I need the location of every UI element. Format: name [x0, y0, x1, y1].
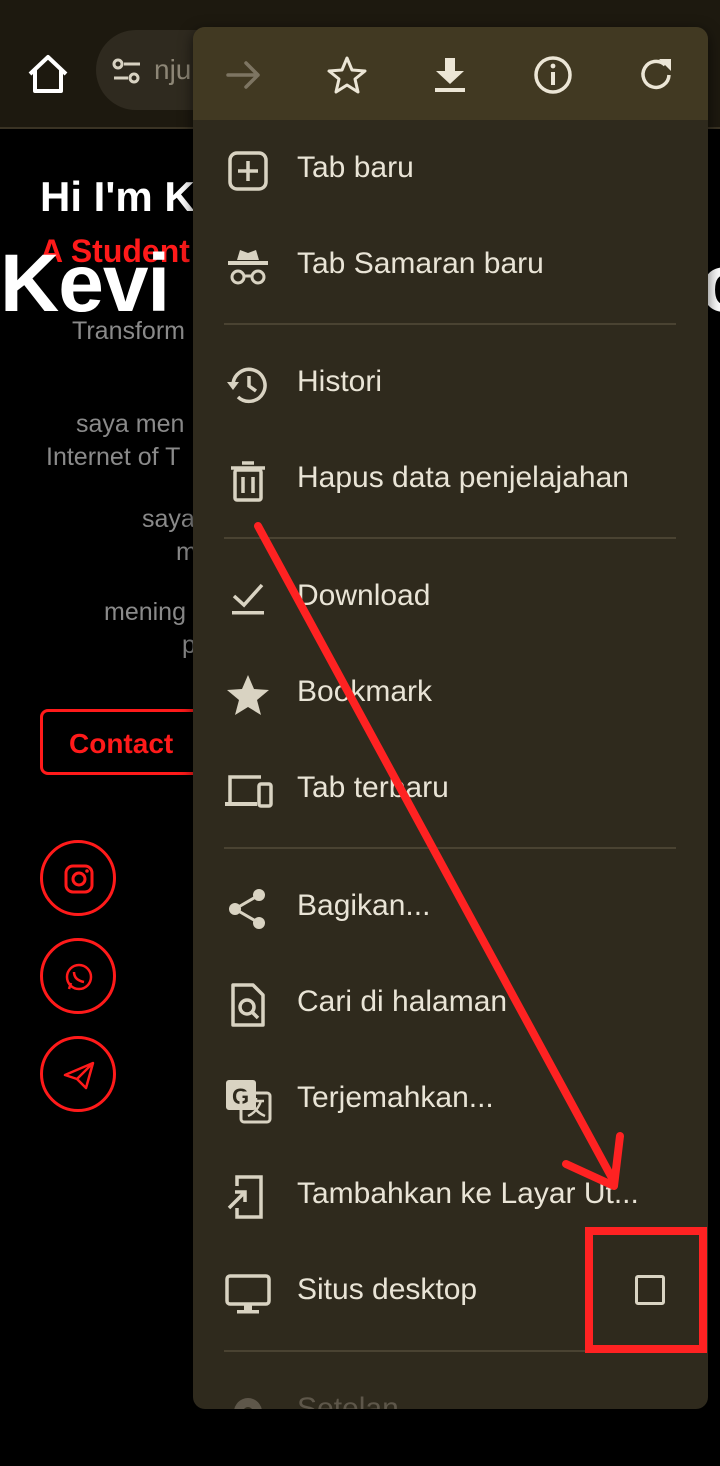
downloads-check-icon	[223, 574, 273, 624]
menu-item-label: Download	[297, 579, 431, 612]
menu-item-label: Tab terbaru	[297, 771, 449, 804]
url-text: nju	[154, 54, 192, 85]
paragraph-line: saya	[142, 505, 195, 533]
incognito-icon	[223, 242, 273, 292]
menu-item-label: Bookmark	[297, 675, 433, 708]
add-to-home-icon	[223, 1172, 273, 1222]
home-icon[interactable]	[22, 48, 74, 100]
menu-item-downloads[interactable]: Download	[193, 550, 708, 646]
menu-item-label: Bagikan...	[297, 889, 431, 922]
share-icon	[223, 884, 273, 934]
menu-item-clear-browsing-data[interactable]: Hapus data penjelajahan	[193, 432, 708, 528]
menu-item-label: Situs desktop	[297, 1273, 478, 1306]
menu-item-bookmarks[interactable]: Bookmark	[193, 646, 708, 742]
menu-divider	[224, 1350, 676, 1352]
download-icon[interactable]	[428, 53, 472, 97]
menu-item-desktop-site[interactable]: Situs desktop	[193, 1244, 708, 1340]
site-settings-icon[interactable]	[110, 54, 144, 88]
history-icon	[223, 360, 273, 410]
menu-divider	[224, 847, 676, 849]
paragraph-line: Transform	[72, 317, 185, 345]
overflow-menu: Tab baru Tab Samaran baru Histori Hapus …	[193, 27, 708, 1409]
menu-item-label: Tab Samaran baru	[297, 247, 544, 280]
menu-item-find-in-page[interactable]: Cari di halaman	[193, 956, 708, 1052]
menu-item-label: Tab baru	[297, 151, 414, 184]
forward-icon[interactable]	[222, 53, 266, 97]
menu-item-share[interactable]: Bagikan...	[193, 860, 708, 956]
menu-divider	[224, 323, 676, 325]
refresh-icon[interactable]	[634, 53, 678, 97]
menu-item-new-tab[interactable]: Tab baru	[193, 122, 708, 218]
menu-toolbar	[193, 27, 708, 120]
translate-icon: G	[223, 1076, 273, 1126]
new-tab-icon	[223, 146, 273, 196]
desktop-site-checkbox[interactable]	[635, 1275, 665, 1305]
hero-greeting: Hi I'm K	[40, 173, 195, 220]
telegram-icon[interactable]	[40, 1036, 116, 1112]
menu-item-history[interactable]: Histori	[193, 336, 708, 432]
settings-icon	[223, 1387, 273, 1409]
menu-item-label: Histori	[297, 365, 383, 398]
paragraph-line: saya men	[76, 410, 185, 438]
menu-item-label: Cari di halaman	[297, 985, 508, 1018]
menu-item-settings[interactable]: Setelan	[193, 1363, 708, 1409]
trash-icon	[223, 456, 273, 506]
menu-item-translate[interactable]: G Terjemahkan...	[193, 1052, 708, 1148]
menu-divider	[224, 537, 676, 539]
paragraph-line: mening	[104, 598, 186, 626]
info-icon[interactable]	[531, 53, 575, 97]
paragraph-line: Internet of T	[46, 443, 181, 471]
menu-item-label: Setelan	[297, 1392, 399, 1409]
menu-item-label: Hapus data penjelajahan	[297, 461, 629, 494]
menu-item-label: Terjemahkan...	[297, 1081, 494, 1114]
find-in-page-icon	[223, 980, 273, 1030]
devices-icon	[223, 766, 273, 816]
menu-item-label: Tambahkan ke Layar Ut...	[297, 1177, 639, 1210]
menu-item-add-to-home-screen[interactable]: Tambahkan ke Layar Ut...	[193, 1148, 708, 1244]
menu-item-incognito[interactable]: Tab Samaran baru	[193, 218, 708, 314]
desktop-icon	[223, 1268, 273, 1318]
whatsapp-icon[interactable]	[40, 938, 116, 1014]
contact-button-label: Contact	[69, 728, 174, 759]
instagram-icon[interactable]	[40, 840, 116, 916]
menu-item-recent-tabs[interactable]: Tab terbaru	[193, 742, 708, 838]
bookmark-star-icon	[223, 670, 273, 720]
star-icon[interactable]	[325, 53, 369, 97]
